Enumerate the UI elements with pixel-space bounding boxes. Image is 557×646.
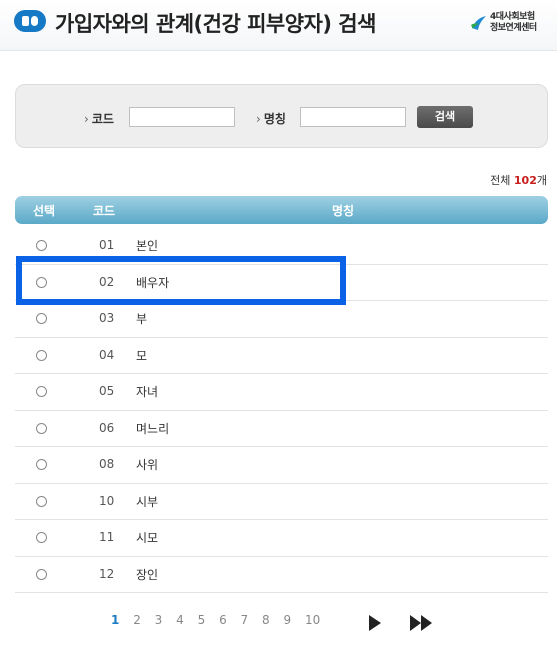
next-page-icon[interactable] bbox=[369, 615, 381, 631]
total-count: 전체 102개 bbox=[490, 174, 547, 187]
page-link-9[interactable]: 9 bbox=[283, 613, 291, 627]
pagination: 1 2 3 4 5 6 7 8 9 10 bbox=[111, 613, 330, 627]
code-input[interactable] bbox=[129, 107, 235, 127]
page-link-1[interactable]: 1 bbox=[111, 613, 119, 627]
table-row[interactable]: 12 장인 bbox=[15, 557, 548, 593]
name-input[interactable] bbox=[300, 107, 406, 127]
page-link-10[interactable]: 10 bbox=[305, 613, 320, 627]
result-list: 01 본인 02 배우자 03 부 04 모 05 자녀 06 며느리 08 사… bbox=[15, 228, 548, 593]
page-header: 가입자와의 관계(건강 피부양자) 검색 4대사회보험 정보연계센터 bbox=[0, 0, 557, 51]
search-button[interactable]: 검색 bbox=[417, 106, 473, 128]
column-header-name: 명칭 bbox=[332, 204, 355, 218]
table-row[interactable]: 06 며느리 bbox=[15, 411, 548, 447]
row-code: 11 bbox=[99, 530, 115, 544]
select-radio[interactable] bbox=[36, 459, 47, 470]
row-code: 06 bbox=[99, 420, 115, 435]
row-code: 03 bbox=[99, 311, 115, 325]
row-name[interactable]: 시모 bbox=[136, 529, 158, 546]
select-radio[interactable] bbox=[36, 422, 47, 434]
select-radio[interactable] bbox=[36, 349, 47, 361]
row-code: 04 bbox=[99, 347, 115, 362]
page-icon bbox=[14, 10, 46, 32]
table-row[interactable]: 08 사위 bbox=[15, 447, 548, 484]
table-row[interactable]: 11 시모 bbox=[15, 520, 548, 557]
table-row[interactable]: 10 시부 bbox=[15, 484, 548, 520]
row-name[interactable]: 시부 bbox=[136, 493, 158, 510]
row-code: 08 bbox=[99, 457, 115, 471]
select-radio[interactable] bbox=[36, 240, 47, 251]
row-code: 10 bbox=[99, 493, 115, 508]
row-code: 02 bbox=[99, 274, 115, 289]
page-link-4[interactable]: 4 bbox=[176, 613, 184, 627]
label-arrow-icon: › bbox=[84, 112, 89, 126]
row-code: 05 bbox=[99, 384, 115, 398]
search-panel: › 코드 › 명칭 검색 bbox=[15, 84, 548, 148]
row-name[interactable]: 사위 bbox=[136, 456, 158, 473]
row-name[interactable]: 본인 bbox=[136, 237, 158, 254]
page-link-8[interactable]: 8 bbox=[262, 613, 270, 627]
logo-line-2: 정보연계센터 bbox=[490, 23, 537, 33]
table-row[interactable]: 03 부 bbox=[15, 301, 548, 338]
logo-mark-icon bbox=[471, 16, 486, 30]
page-link-5[interactable]: 5 bbox=[198, 613, 206, 627]
select-radio[interactable] bbox=[36, 495, 47, 507]
row-name[interactable]: 장인 bbox=[136, 566, 158, 583]
page-link-6[interactable]: 6 bbox=[219, 613, 227, 627]
table-row[interactable]: 01 본인 bbox=[15, 228, 548, 265]
table-header: 선택 코드 명칭 bbox=[15, 196, 548, 224]
name-label: › 명칭 bbox=[256, 112, 286, 126]
row-name[interactable]: 배우자 bbox=[136, 274, 169, 291]
page-title: 가입자와의 관계(건강 피부양자) 검색 bbox=[55, 12, 376, 36]
row-name[interactable]: 모 bbox=[136, 347, 147, 364]
table-row[interactable]: 05 자녀 bbox=[15, 374, 548, 411]
code-label: › 코드 bbox=[84, 112, 114, 126]
logo: 4대사회보험 정보연계센터 bbox=[470, 12, 552, 36]
row-name[interactable]: 며느리 bbox=[136, 420, 169, 437]
select-radio[interactable] bbox=[36, 313, 47, 324]
label-arrow-icon: › bbox=[256, 112, 261, 126]
last-page-icon[interactable] bbox=[410, 615, 434, 631]
page-link-3[interactable]: 3 bbox=[155, 613, 163, 627]
logo-line-1: 4대사회보험 bbox=[490, 12, 535, 22]
column-header-code: 코드 bbox=[93, 204, 116, 218]
select-radio[interactable] bbox=[36, 386, 47, 397]
select-radio[interactable] bbox=[36, 568, 47, 580]
table-row[interactable]: 04 모 bbox=[15, 338, 548, 374]
table-row[interactable]: 02 배우자 bbox=[15, 265, 548, 301]
column-header-select: 선택 bbox=[33, 204, 56, 218]
select-radio[interactable] bbox=[36, 276, 47, 288]
row-code: 01 bbox=[99, 238, 115, 252]
page-link-7[interactable]: 7 bbox=[241, 613, 249, 627]
select-radio[interactable] bbox=[36, 532, 47, 543]
row-name[interactable]: 자녀 bbox=[136, 383, 158, 400]
page-link-2[interactable]: 2 bbox=[133, 613, 141, 627]
row-name[interactable]: 부 bbox=[136, 310, 147, 327]
row-code: 12 bbox=[99, 566, 115, 581]
